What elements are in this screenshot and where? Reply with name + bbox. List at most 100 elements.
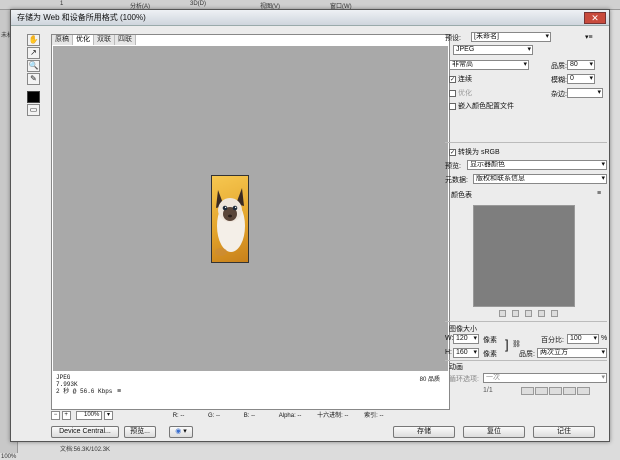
map-color-icon[interactable]: [499, 310, 506, 317]
slice-select-tool-icon[interactable]: ↗: [27, 47, 40, 59]
browser-icon: ◉: [175, 428, 182, 435]
animation-label: 动画: [449, 364, 463, 371]
close-button[interactable]: ✕: [584, 12, 606, 24]
preview-label: 预览:: [445, 163, 461, 170]
view-tabs: 原稿 优化 双联 四联: [52, 35, 136, 45]
width-field[interactable]: 120: [453, 334, 479, 344]
resample-label: 品质:: [519, 351, 535, 358]
loop-select[interactable]: 一次: [483, 373, 607, 383]
resample-select[interactable]: 两次立方: [537, 348, 607, 358]
tab-original[interactable]: 原稿: [52, 35, 73, 45]
embed-profile-checkbox[interactable]: [449, 102, 456, 110]
menu-item[interactable]: 1: [60, 1, 63, 7]
metadata-label: 元数据:: [445, 177, 468, 184]
tab-4-up[interactable]: 四联: [115, 35, 136, 45]
remember-button[interactable]: 记住: [533, 426, 595, 438]
convert-srgb-checkbox[interactable]: ✓: [449, 148, 456, 156]
b-readout-label: B:: [243, 413, 250, 419]
preset-select[interactable]: [未命名]: [471, 32, 551, 42]
animation-controls: [521, 387, 591, 397]
loop-label: 循环选项:: [449, 376, 479, 383]
divider: [445, 142, 607, 143]
progressive-row: ✓ 连续: [449, 74, 472, 84]
eyedropper-color-swatch[interactable]: [27, 91, 40, 103]
matte-label: 杂边:: [551, 91, 567, 98]
eyedropper-tool-icon[interactable]: ✎: [27, 73, 40, 85]
tab-optimized[interactable]: 优化: [73, 35, 94, 45]
play-icon[interactable]: [549, 387, 562, 395]
preview-image[interactable]: [211, 175, 249, 263]
height-unit: 像素: [483, 351, 497, 358]
optimized-label: 优化: [458, 90, 472, 97]
zoom-out-button[interactable]: −: [51, 410, 60, 420]
zoom-in-button[interactable]: +: [61, 410, 71, 420]
tab-2-up[interactable]: 双联: [94, 35, 115, 45]
kitten-illustration: [215, 188, 245, 256]
image-size-label: 图像大小: [449, 326, 477, 333]
optimized-row: 优化: [449, 88, 472, 98]
color-table-menu-icon[interactable]: ≡: [597, 190, 601, 197]
format-select[interactable]: JPEG: [453, 45, 533, 55]
optimized-checkbox[interactable]: [449, 89, 456, 97]
zoom-level-field[interactable]: 100%: [76, 410, 103, 420]
info-quality: 80 品质: [419, 377, 440, 383]
hand-tool-icon[interactable]: ✋: [27, 34, 40, 46]
dialog-buttons: Device Central... 预览... ◉ ▾ 存储 复位 记住: [51, 426, 611, 440]
divider: [445, 321, 607, 322]
lock-color-icon[interactable]: [525, 310, 532, 317]
frame-counter: 1/1: [483, 387, 493, 394]
delete-color-icon[interactable]: [551, 310, 558, 317]
optimize-menu-icon[interactable]: ▾≡: [585, 33, 593, 41]
device-central-button[interactable]: Device Central...: [51, 426, 119, 438]
save-button[interactable]: 存储: [393, 426, 455, 438]
document-status: 文档:56.3K/102.3K: [60, 447, 111, 453]
quality-level-select[interactable]: 非常高: [449, 60, 529, 70]
blur-field[interactable]: 0: [567, 74, 595, 84]
progressive-checkbox[interactable]: ✓: [449, 75, 456, 83]
new-color-icon[interactable]: [538, 310, 545, 317]
first-frame-icon[interactable]: [521, 387, 534, 395]
hex-readout-label: 十六进制:: [317, 413, 343, 419]
settings-panel: 预设: [未命名] ▾≡ JPEG 非常高 品质: 80 ✓连续 模糊: 0 优…: [445, 32, 607, 424]
zoom-dropdown-chevron-down-icon[interactable]: ▾: [104, 410, 114, 420]
toggle-slices-icon[interactable]: ▭: [27, 104, 40, 116]
alpha-readout-label: Alpha:: [278, 413, 296, 419]
preview-canvas[interactable]: [53, 46, 448, 371]
color-table-label: 颜色表: [451, 192, 472, 199]
quality-field[interactable]: 80: [567, 60, 595, 70]
menu-item[interactable]: 3D(D): [190, 1, 206, 7]
progressive-label: 连续: [458, 76, 472, 83]
previous-frame-icon[interactable]: [535, 387, 548, 395]
matte-select[interactable]: [567, 88, 603, 98]
percent-field[interactable]: 100: [567, 334, 599, 344]
metadata-select[interactable]: 版权和联系信息: [473, 174, 607, 184]
alpha-readout-value: --: [297, 413, 302, 419]
embed-profile-label: 嵌入颜色配置文件: [458, 103, 514, 110]
dialog-titlebar[interactable]: 存储为 Web 和设备所用格式 (100%) ✕: [11, 10, 609, 26]
zoom-tool-icon[interactable]: 🔍: [27, 60, 40, 72]
browser-preview-button[interactable]: ◉ ▾: [169, 426, 193, 438]
percent-label: 百分比:: [541, 337, 564, 344]
height-field[interactable]: 160: [453, 348, 479, 358]
constrain-proportions-link-icon[interactable]: ]: [505, 337, 509, 352]
r-readout-label: R:: [172, 413, 179, 419]
status-bar: − + 100% ▾ R: -- G: -- B: -- Alpha: -- 十…: [51, 410, 450, 422]
info-download-time: 2 秒 @ 56.6 Kbps: [56, 388, 113, 395]
save-for-web-dialog: 存储为 Web 和设备所用格式 (100%) ✕ ✋ ↗ 🔍 ✎ ▭ 原稿 优化双…: [10, 9, 610, 442]
next-frame-icon[interactable]: [563, 387, 576, 395]
divider: [445, 360, 607, 361]
convert-srgb-row: ✓ 转换为 sRGB: [449, 147, 500, 157]
preview-select[interactable]: 显示器颜色: [467, 160, 607, 170]
percent-unit: %: [601, 335, 608, 342]
index-readout-label: 索引:: [364, 413, 378, 419]
b-readout-value: --: [251, 413, 256, 419]
zoom-status: 100%: [1, 454, 17, 460]
reset-button[interactable]: 复位: [463, 426, 525, 438]
preview-button[interactable]: 预览...: [124, 426, 156, 438]
download-speed-menu-icon[interactable]: ≡: [117, 388, 121, 395]
g-readout-label: G:: [208, 413, 215, 419]
color-table[interactable]: [473, 205, 575, 307]
preview-panel: 原稿 优化 双联 四联 JPEG 7.993K 2 秒 @ 56.6 Kbps …: [51, 34, 450, 410]
web-snap-icon[interactable]: [512, 310, 519, 317]
last-frame-icon[interactable]: [577, 387, 590, 395]
